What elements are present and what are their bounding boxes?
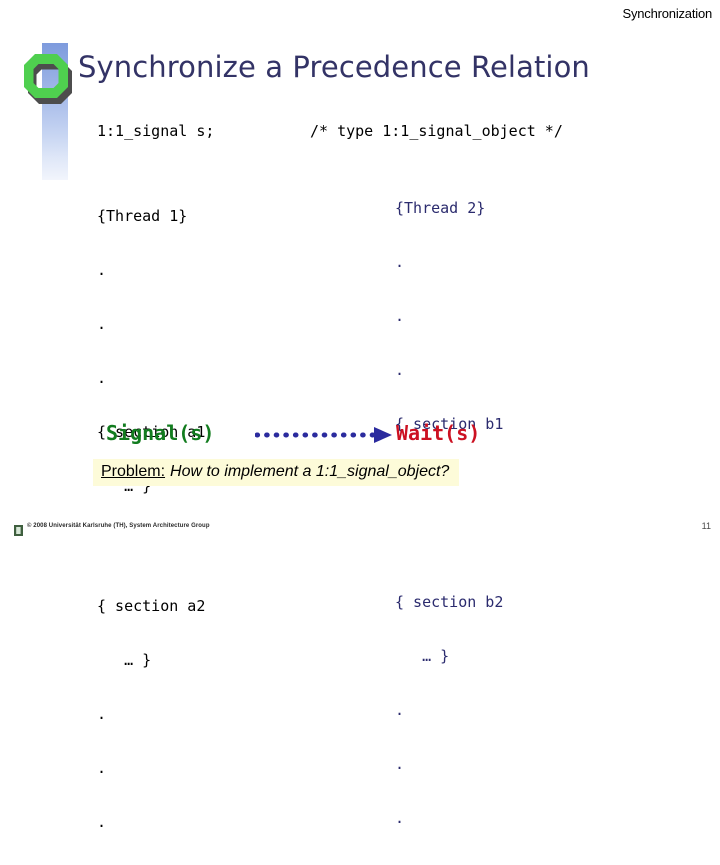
wait-call: Wait(s) [396, 421, 481, 445]
thread-1-block: {Thread 1} . . . { section a1 … } { sect… [97, 174, 387, 864]
code-line: . [97, 759, 107, 777]
footer-logo-icon [14, 523, 23, 536]
code-line: … } [395, 647, 450, 665]
footer-copyright: © 2008 Universität Karlsruhe (TH), Syste… [27, 523, 210, 529]
code-listing: 1:1_signal s; /* type 1:1_signal_object … [0, 118, 720, 832]
code-line: . [395, 809, 405, 827]
code-line: . [395, 307, 405, 325]
code-line: {Thread 1} [97, 207, 188, 225]
code-line: … } [97, 651, 152, 669]
problem-callout: Problem: How to implement a 1:1_signal_ob… [93, 459, 460, 486]
code-line: . [97, 261, 107, 279]
code-line: { section b2 [395, 593, 504, 611]
code-line-spacer [395, 520, 685, 560]
code-line: . [97, 315, 107, 333]
code-line: . [97, 705, 107, 723]
code-line: . [395, 755, 405, 773]
thread-2-block: {Thread 2} . . . { section b1 … } { sect… [395, 166, 685, 860]
problem-label: Problem: [101, 463, 166, 480]
code-line: . [395, 701, 405, 719]
slide-number: 11 [701, 521, 711, 531]
declaration-statement: 1:1_signal s; [97, 122, 215, 140]
code-line: . [395, 361, 405, 379]
precedence-arrow-icon [254, 426, 395, 444]
code-line: . [97, 813, 107, 831]
problem-question: How to implement a 1:1_signal_object? [170, 463, 450, 480]
signal-call: Signal(s) [106, 421, 215, 445]
code-line-spacer [97, 528, 387, 564]
declaration-comment: /* type 1:1_signal_object */ [310, 122, 563, 140]
code-line: . [395, 253, 405, 271]
code-line: {Thread 2} [395, 199, 486, 217]
slide-section-header: Synchronization [622, 6, 713, 21]
page-title: Synchronize a Precedence Relation [78, 50, 590, 84]
code-line: { section a2 [97, 597, 206, 615]
code-line: . [97, 369, 107, 387]
octagon-ring-logo [22, 52, 74, 104]
